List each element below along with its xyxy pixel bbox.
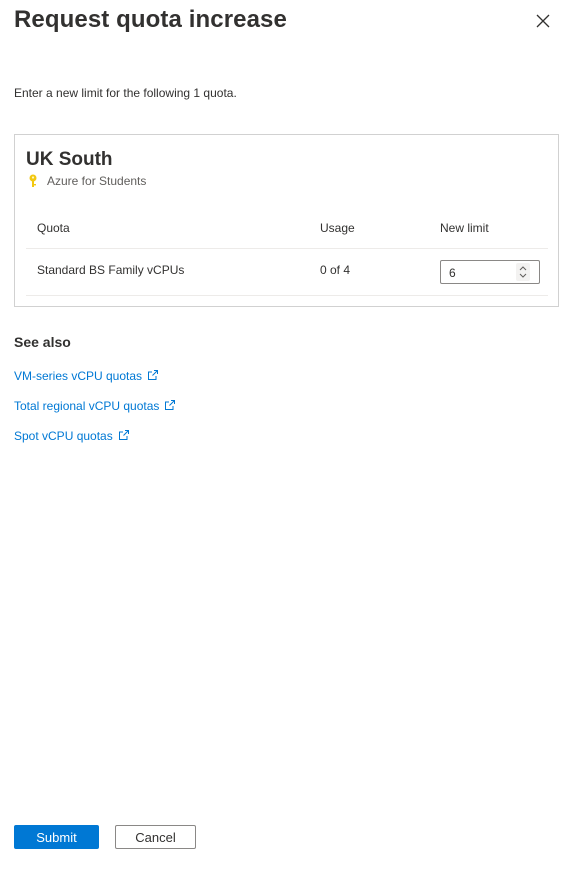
cancel-button[interactable]: Cancel: [115, 825, 196, 849]
table-header: Quota Usage New limit: [26, 208, 548, 249]
external-link-icon[interactable]: [164, 399, 176, 411]
usage-cell: 0 of 4: [320, 263, 351, 277]
link-total-regional-vcpu-quotas[interactable]: Total regional vCPU quotas: [14, 399, 176, 413]
key-icon: [29, 174, 37, 187]
link-label[interactable]: Spot vCPU quotas: [14, 429, 113, 443]
close-button[interactable]: [534, 12, 552, 30]
intro-text: Enter a new limit for the following 1 qu…: [14, 86, 237, 100]
submit-button[interactable]: Submit: [14, 825, 99, 849]
panel-title: Request quota increase: [14, 6, 287, 33]
table-row: Standard BS Family vCPUs 0 of 4 6: [26, 249, 548, 296]
column-header-usage: Usage: [320, 221, 355, 235]
new-limit-stepper[interactable]: 6: [440, 260, 540, 284]
subscription-label: Azure for Students: [27, 174, 146, 188]
link-label[interactable]: Total regional vCPU quotas: [14, 399, 159, 413]
close-icon: [536, 14, 550, 28]
quota-name-cell: Standard BS Family vCPUs: [37, 263, 185, 277]
region-name: UK South: [26, 149, 113, 170]
quota-card: UK South Azure for Students Quota Usage …: [14, 134, 559, 307]
column-header-new-limit: New limit: [440, 221, 489, 235]
spin-buttons[interactable]: [516, 263, 530, 281]
new-limit-value[interactable]: 6: [449, 266, 456, 280]
link-vm-series-vcpu-quotas[interactable]: VM-series vCPU quotas: [14, 369, 159, 383]
link-spot-vcpu-quotas[interactable]: Spot vCPU quotas: [14, 429, 130, 443]
external-link-icon[interactable]: [147, 369, 159, 381]
column-header-quota: Quota: [37, 221, 70, 235]
subscription-name: Azure for Students: [47, 174, 147, 188]
chevron-up-down-icon[interactable]: [516, 263, 530, 281]
see-also-heading: See also: [14, 334, 71, 350]
external-link-icon[interactable]: [118, 429, 130, 441]
link-label[interactable]: VM-series vCPU quotas: [14, 369, 142, 383]
